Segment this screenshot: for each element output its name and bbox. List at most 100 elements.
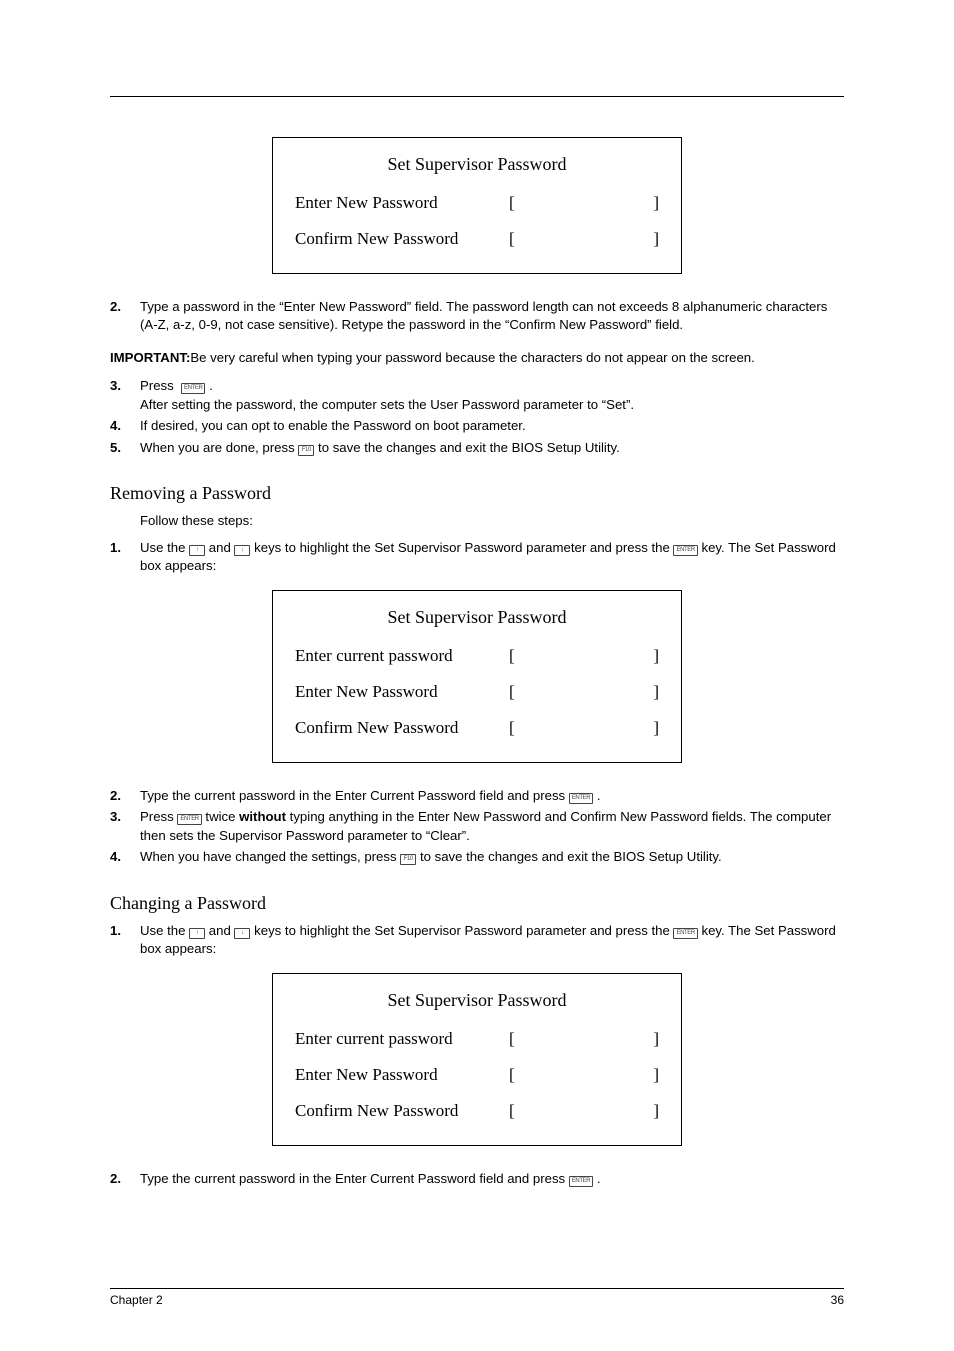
step-number: 2.: [110, 787, 121, 805]
step-text: Type a password in the “Enter New Passwo…: [140, 299, 827, 332]
step-number: 2.: [110, 1170, 121, 1188]
steps-list: 3. Press ENTER . After setting the passw…: [110, 377, 844, 457]
field-row: Confirm New Password []: [295, 710, 659, 746]
field-row: Enter New Password []: [295, 185, 659, 221]
step-item: 3. Press ENTER twice without typing anyt…: [110, 808, 844, 845]
enter-key-icon: ENTER: [569, 793, 593, 804]
remove-password-dialog: Set Supervisor Password Enter current pa…: [272, 590, 682, 763]
step-item: 1. Use the ↑ and ↓ keys to highlight the…: [110, 539, 844, 576]
enter-new-password-label: Enter New Password: [295, 682, 438, 702]
set-password-dialog: Set Supervisor Password Enter New Passwo…: [272, 137, 682, 274]
field-row: Confirm New Password []: [295, 221, 659, 257]
password-field: []: [509, 646, 659, 666]
step-text: to save the changes and exit the BIOS Se…: [318, 440, 620, 455]
removing-password-heading: Removing a Password: [110, 483, 844, 504]
password-field: []: [509, 1065, 659, 1085]
enter-key-icon: ENTER: [569, 1176, 593, 1187]
enter-key-icon: ENTER: [673, 928, 697, 939]
dialog-title: Set Supervisor Password: [295, 601, 659, 638]
password-field: []: [509, 193, 659, 213]
step-text: When you have changed the settings, pres…: [140, 849, 397, 864]
enter-key-icon: ENTER: [177, 814, 201, 825]
step-text: If desired, you can opt to enable the Pa…: [140, 418, 526, 433]
step-number: 4.: [110, 417, 121, 435]
step-number: 3.: [110, 377, 121, 395]
step-text: keys to highlight the Set Supervisor Pas…: [254, 540, 670, 555]
up-arrow-key-icon: ↑: [189, 545, 205, 556]
password-field: []: [509, 229, 659, 249]
step-number: 1.: [110, 539, 121, 557]
enter-new-password-label: Enter New Password: [295, 1065, 438, 1085]
step-text: .: [209, 378, 213, 393]
change-password-dialog: Set Supervisor Password Enter current pa…: [272, 973, 682, 1146]
enter-key-icon: ENTER: [181, 383, 205, 394]
step-text: Use the: [140, 923, 185, 938]
step-text: twice: [205, 809, 235, 824]
enter-current-password-label: Enter current password: [295, 1029, 453, 1049]
step-text: keys to highlight the Set Supervisor Pas…: [254, 923, 670, 938]
step-item: 1. Use the ↑ and ↓ keys to highlight the…: [110, 922, 844, 959]
step-text: After setting the password, the computer…: [140, 397, 634, 412]
step-text: Press: [140, 378, 174, 393]
changing-password-heading: Changing a Password: [110, 893, 844, 914]
step-text: .: [597, 788, 601, 803]
step-text: When you are done, press: [140, 440, 295, 455]
step-text: to save the changes and exit the BIOS Se…: [420, 849, 722, 864]
enter-key-icon: ENTER: [673, 545, 697, 556]
important-text: Be very careful when typing your passwor…: [190, 350, 754, 365]
page-footer: Chapter 2 36: [110, 1288, 844, 1307]
step-text: .: [597, 1171, 601, 1186]
step-item: 2. Type a password in the “Enter New Pas…: [110, 298, 844, 335]
steps-list: 2. Type the current password in the Ente…: [110, 1170, 844, 1188]
f10-key-icon: F10: [400, 854, 416, 865]
step-text: Use the: [140, 540, 185, 555]
steps-list: 1. Use the ↑ and ↓ keys to highlight the…: [110, 539, 844, 576]
step-number: 3.: [110, 808, 121, 826]
step-text: Type the current password in the Enter C…: [140, 788, 565, 803]
field-row: Enter current password []: [295, 638, 659, 674]
confirm-new-password-label: Confirm New Password: [295, 718, 458, 738]
top-rule: [110, 96, 844, 97]
step-number: 5.: [110, 439, 121, 457]
confirm-new-password-label: Confirm New Password: [295, 1101, 458, 1121]
step-item: 2. Type the current password in the Ente…: [110, 1170, 844, 1188]
without-bold: without: [239, 809, 286, 824]
step-text: Press: [140, 809, 174, 824]
steps-list: 1. Use the ↑ and ↓ keys to highlight the…: [110, 922, 844, 959]
steps-list: 2. Type a password in the “Enter New Pas…: [110, 298, 844, 335]
field-row: Enter New Password []: [295, 1057, 659, 1093]
step-number: 4.: [110, 848, 121, 866]
step-item: 4. When you have changed the settings, p…: [110, 848, 844, 866]
down-arrow-key-icon: ↓: [234, 928, 250, 939]
password-field: []: [509, 682, 659, 702]
enter-current-password-label: Enter current password: [295, 646, 453, 666]
step-number: 2.: [110, 298, 121, 316]
step-text: Type the current password in the Enter C…: [140, 1171, 565, 1186]
step-item: 4. If desired, you can opt to enable the…: [110, 417, 844, 435]
f10-key-icon: F10: [298, 445, 314, 456]
footer-page-number: 36: [831, 1293, 844, 1307]
password-field: []: [509, 718, 659, 738]
dialog-title: Set Supervisor Password: [295, 148, 659, 185]
password-field: []: [509, 1029, 659, 1049]
confirm-new-password-label: Confirm New Password: [295, 229, 458, 249]
steps-list: 2. Type the current password in the Ente…: [110, 787, 844, 867]
step-text: and: [209, 540, 231, 555]
up-arrow-key-icon: ↑: [189, 928, 205, 939]
step-item: 3. Press ENTER . After setting the passw…: [110, 377, 844, 414]
footer-chapter: Chapter 2: [110, 1293, 163, 1307]
step-item: 5. When you are done, press F10 to save …: [110, 439, 844, 457]
step-text: and: [209, 923, 231, 938]
field-row: Enter New Password []: [295, 674, 659, 710]
down-arrow-key-icon: ↓: [234, 545, 250, 556]
important-label: IMPORTANT:: [110, 350, 190, 365]
page: Set Supervisor Password Enter New Passwo…: [0, 0, 954, 1351]
password-field: []: [509, 1101, 659, 1121]
enter-new-password-label: Enter New Password: [295, 193, 438, 213]
step-item: 2. Type the current password in the Ente…: [110, 787, 844, 805]
important-note: IMPORTANT:Be very careful when typing yo…: [110, 349, 844, 367]
step-number: 1.: [110, 922, 121, 940]
intro-text: Follow these steps:: [140, 512, 844, 530]
field-row: Enter current password []: [295, 1021, 659, 1057]
dialog-title: Set Supervisor Password: [295, 984, 659, 1021]
